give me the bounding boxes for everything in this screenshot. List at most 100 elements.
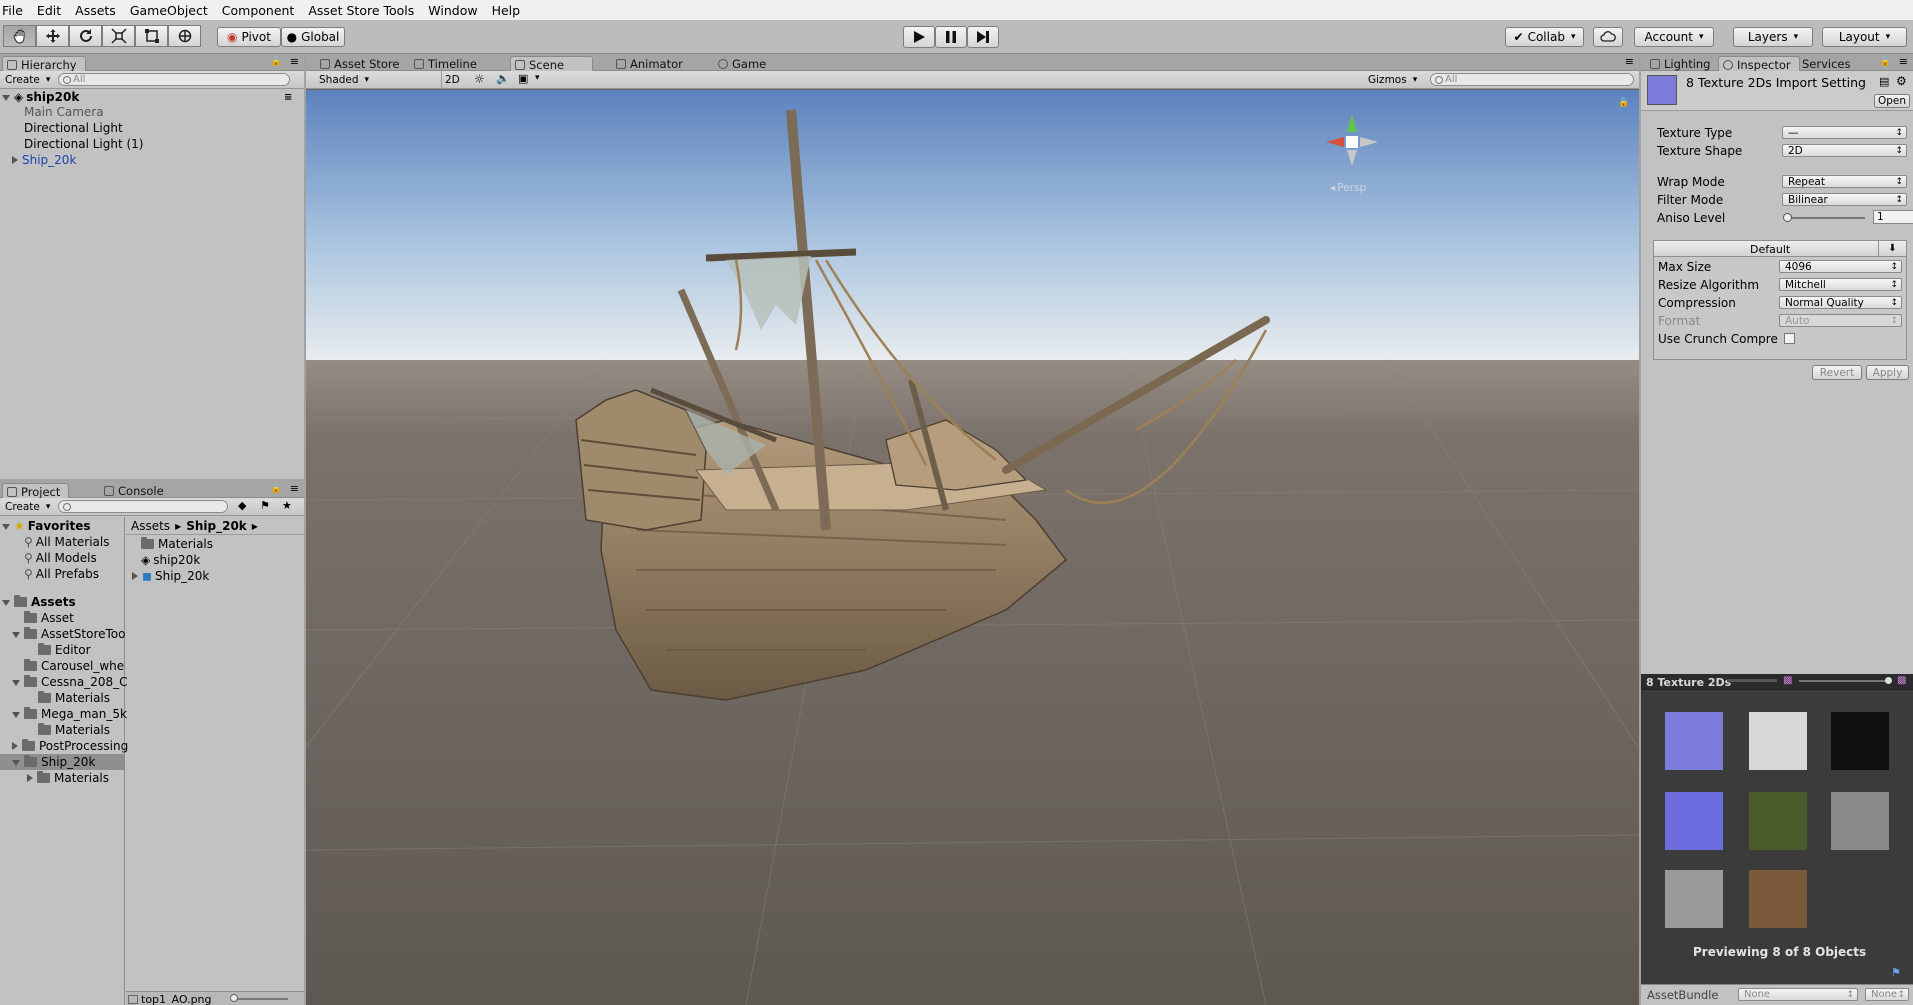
tree-item[interactable]: Editor <box>38 643 91 657</box>
play-button[interactable] <box>903 26 935 48</box>
menu-file[interactable]: File <box>0 3 30 18</box>
mip-slider-thumb[interactable] <box>1885 677 1892 684</box>
texture-thumb[interactable] <box>1665 792 1723 850</box>
global-button[interactable]: ● Global <box>281 27 345 47</box>
hierarchy-search-input[interactable]: All <box>58 73 290 86</box>
assetbundle-variant-dropdown[interactable]: None <box>1865 988 1909 1001</box>
hierarchy-item-main-camera[interactable]: Main Camera <box>24 105 104 119</box>
mip-icon[interactable]: ▩ <box>1897 675 1906 686</box>
fold-icon[interactable] <box>12 632 20 638</box>
menu-window[interactable]: Window <box>421 3 484 18</box>
tab-console[interactable]: Console <box>100 483 172 499</box>
tab-hierarchy[interactable]: Hierarchy <box>2 56 86 72</box>
hierarchy-item-directional-light[interactable]: Directional Light <box>24 121 123 135</box>
fav-all-models[interactable]: ⚲ All Models <box>24 551 97 565</box>
tab-default[interactable]: Default <box>1750 242 1790 256</box>
tree-item[interactable]: Cessna_208_C <box>12 675 128 689</box>
texture-thumb[interactable] <box>1831 712 1889 770</box>
scene-root[interactable]: ◈ ship20k ≡ <box>2 90 292 104</box>
fold-icon[interactable] <box>27 774 33 782</box>
fav-all-materials[interactable]: ⚲ All Materials <box>24 535 110 549</box>
lock-icon[interactable]: 🔒 <box>1618 98 1629 108</box>
chevron-down-icon[interactable]: ▾ <box>535 73 540 83</box>
file-item[interactable]: ◼ Ship_20k <box>132 569 209 583</box>
cloud-button[interactable] <box>1593 27 1623 47</box>
icon-size-slider[interactable] <box>232 998 288 1000</box>
lock-icon[interactable]: 🔒 <box>271 57 282 67</box>
breadcrumb-assets[interactable]: Assets <box>131 519 170 533</box>
texture-thumb[interactable] <box>1665 712 1723 770</box>
texture-thumb[interactable] <box>1749 792 1807 850</box>
fold-icon[interactable] <box>12 742 18 750</box>
panel-menu-icon[interactable]: ≡ <box>290 482 299 495</box>
preview-drag-handle[interactable] <box>1727 679 1777 682</box>
resize-algorithm-dropdown[interactable]: Mitchell <box>1779 278 1902 291</box>
audio-toggle-icon[interactable]: 🔈 <box>496 72 510 85</box>
texture-shape-dropdown[interactable]: 2D <box>1782 144 1907 157</box>
pause-button[interactable] <box>935 26 967 48</box>
tree-item-selected[interactable]: Ship_20k <box>12 755 95 769</box>
lock-icon[interactable]: 🔒 <box>271 484 282 494</box>
hierarchy-create-dropdown[interactable]: Create <box>5 73 50 87</box>
fold-icon[interactable] <box>2 600 10 606</box>
apply-button[interactable]: Apply <box>1866 365 1909 380</box>
assets-node[interactable]: Assets <box>2 595 76 609</box>
effects-toggle-icon[interactable]: ▣ <box>518 72 528 85</box>
aniso-level-input[interactable]: 1 <box>1873 210 1913 224</box>
collab-dropdown[interactable]: ✔ Collab <box>1505 27 1584 47</box>
tree-item[interactable]: PostProcessing <box>12 739 128 753</box>
persp-label[interactable]: ◂ Persp <box>1330 182 1366 194</box>
tree-item[interactable]: Carousel_whe <box>24 659 124 673</box>
layout-dropdown[interactable]: Layout <box>1822 27 1907 47</box>
crunch-checkbox[interactable] <box>1783 333 1795 344</box>
account-dropdown[interactable]: Account <box>1634 27 1714 47</box>
tab-inspector[interactable]: Inspector <box>1718 56 1800 72</box>
tab-scene[interactable]: Scene <box>510 56 593 72</box>
tree-item[interactable]: Materials <box>38 691 110 705</box>
texture-thumb[interactable] <box>1831 792 1889 850</box>
tab-project[interactable]: Project <box>2 483 70 499</box>
tag-icon[interactable]: ⚑ <box>1891 966 1901 979</box>
fold-icon[interactable] <box>2 95 10 101</box>
filter-mode-dropdown[interactable]: Bilinear <box>1782 193 1907 206</box>
menu-help[interactable]: Help <box>485 3 528 18</box>
layers-dropdown[interactable]: Layers <box>1733 27 1813 47</box>
wrap-mode-dropdown[interactable]: Repeat <box>1782 175 1907 188</box>
step-button[interactable] <box>967 26 999 48</box>
scene-search-input[interactable]: All <box>1430 73 1634 86</box>
filter-label-icon[interactable]: ⚑ <box>260 499 270 512</box>
panel-menu-icon[interactable]: ≡ <box>1899 55 1908 68</box>
revert-button[interactable]: Revert <box>1812 365 1862 380</box>
tree-item[interactable]: AssetStoreToo <box>12 627 126 641</box>
hierarchy-item-ship[interactable]: Ship_20k <box>12 153 76 167</box>
compression-dropdown[interactable]: Normal Quality <box>1779 296 1902 309</box>
aniso-slider[interactable] <box>1785 217 1865 219</box>
assetbundle-dropdown[interactable]: None <box>1738 988 1858 1001</box>
hierarchy-item-directional-light-1[interactable]: Directional Light (1) <box>24 137 143 151</box>
favorite-star-icon[interactable]: ★ <box>282 499 292 512</box>
tree-item[interactable]: Mega_man_5k <box>12 707 127 721</box>
gizmos-dropdown[interactable]: Gizmos <box>1368 73 1417 87</box>
aniso-slider-thumb[interactable] <box>1783 213 1792 222</box>
menu-component[interactable]: Component <box>215 3 302 18</box>
file-item[interactable]: Materials <box>141 537 213 551</box>
fold-icon[interactable] <box>12 760 20 766</box>
scene-viewport[interactable]: ◂ Persp 🔒 <box>306 90 1639 1005</box>
menu-edit[interactable]: Edit <box>30 3 68 18</box>
menu-asset-store-tools[interactable]: Asset Store Tools <box>301 3 421 18</box>
tab-timeline[interactable]: Timeline <box>410 56 485 72</box>
fav-all-prefabs[interactable]: ⚲ All Prefabs <box>24 567 99 581</box>
filter-type-icon[interactable]: ◆ <box>238 499 246 512</box>
help-book-icon[interactable]: ▤ <box>1879 75 1889 88</box>
texture-thumb[interactable] <box>1749 712 1807 770</box>
fold-icon[interactable] <box>12 680 20 686</box>
tab-game[interactable]: Game <box>714 56 774 72</box>
menu-assets[interactable]: Assets <box>68 3 123 18</box>
tree-item[interactable]: Materials <box>27 771 109 785</box>
hand-tool-icon[interactable] <box>3 25 36 47</box>
rect-tool-icon[interactable] <box>135 25 168 47</box>
2d-toggle[interactable]: 2D <box>445 73 460 87</box>
pivot-button[interactable]: ◉ Pivot <box>217 27 281 47</box>
favorites-node[interactable]: ★ Favorites <box>2 519 90 533</box>
move-tool-icon[interactable] <box>36 25 69 47</box>
